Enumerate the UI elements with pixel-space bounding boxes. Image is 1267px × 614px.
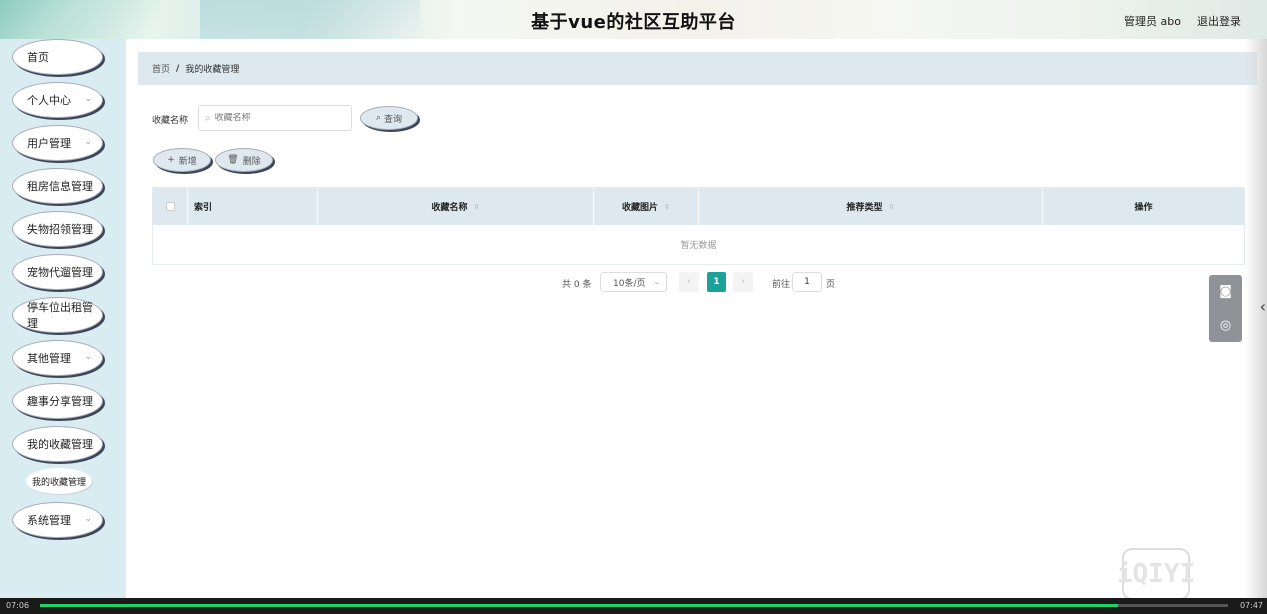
search-field[interactable]: ⌕ xyxy=(198,105,352,131)
chevron-down-icon: ⌄ xyxy=(84,352,92,362)
column-image[interactable]: 收藏图片 ⇳ xyxy=(594,188,699,225)
breadcrumb-home[interactable]: 首页 xyxy=(152,62,170,75)
progress-fill xyxy=(40,604,1118,607)
add-button[interactable]: + 新增 xyxy=(153,148,211,172)
search-icon: ⌕ xyxy=(375,113,382,123)
page-suffix: 页 xyxy=(826,280,836,290)
main-content: 首页 / 我的收藏管理 收藏名称 ⌕ ⌕查询 +新增 🗑删除 索引 收藏名称⇳ … xyxy=(126,39,1257,614)
iqiyi-watermark-logo: iQIYI xyxy=(1117,548,1195,600)
sidebar-item-home[interactable]: 首页 xyxy=(12,39,103,75)
sort-icon[interactable]: ⇳ xyxy=(889,203,895,211)
sidebar-item-favorites[interactable]: 我的收藏管理 xyxy=(12,426,103,462)
sidebar-item-pet-walking[interactable]: 宠物代遛管理 xyxy=(12,254,103,290)
target-icon[interactable]: ◎ xyxy=(1209,309,1242,342)
sort-icon[interactable]: ⇳ xyxy=(664,203,670,211)
sidebar-item-label: 首页 xyxy=(27,51,49,64)
next-page-button[interactable]: › xyxy=(733,272,753,292)
delete-button[interactable]: 🗑 删除 xyxy=(215,148,273,172)
chevron-down-icon: ⌄ xyxy=(84,94,92,104)
side-panel-edge xyxy=(1245,39,1267,614)
sidebar-item-label: 用户管理 xyxy=(27,137,71,150)
delete-button-label: 删除 xyxy=(242,156,261,167)
chevron-down-icon: ⌄ xyxy=(653,277,660,286)
sidebar-item-other[interactable]: 其他管理 ⌄ xyxy=(12,340,103,376)
sidebar-item-label: 宠物代遛管理 xyxy=(27,266,93,279)
sidebar-item-profile[interactable]: 个人中心 ⌄ xyxy=(12,82,103,118)
sidebar-item-parking[interactable]: 停车位出租管理 xyxy=(12,297,103,333)
query-button-label: 查询 xyxy=(384,114,403,125)
add-button-label: 新增 xyxy=(178,156,197,167)
total-time: 07:47 xyxy=(1239,601,1263,610)
favorites-table: 索引 收藏名称 ⇳ 收藏图片 ⇳ 推荐类型 ⇳ 操作 暂无数据 xyxy=(152,187,1245,265)
chevron-down-icon: ⌄ xyxy=(84,137,92,147)
search-input[interactable] xyxy=(214,113,335,123)
breadcrumb-current: 我的收藏管理 xyxy=(185,65,240,75)
total-count: 共 0 条 xyxy=(562,280,592,290)
sidebar-item-lost-found[interactable]: 失物招领管理 xyxy=(12,211,103,247)
sidebar-item-label: 租房信息管理 xyxy=(27,180,93,193)
goto-label: 前往 xyxy=(772,280,791,290)
sidebar-item-rental[interactable]: 租房信息管理 xyxy=(12,168,103,204)
sidebar-item-label: 停车位出租管理 xyxy=(27,301,93,330)
sidebar-item-label: 个人中心 xyxy=(27,94,71,107)
app-title: 基于vue的社区互助平台 xyxy=(531,12,736,33)
camera-icon[interactable]: ◙ xyxy=(1209,275,1242,308)
query-button[interactable]: ⌕ 查询 xyxy=(360,106,418,130)
sort-icon[interactable]: ⇳ xyxy=(474,203,480,211)
page-size-select[interactable]: 10条/页 ⌄ xyxy=(600,272,667,292)
sidebar-item-label: 趣事分享管理 xyxy=(27,395,93,408)
chevron-left-icon[interactable]: ‹ xyxy=(1260,297,1266,316)
column-index: 索引 xyxy=(188,188,318,225)
goto-page-input[interactable]: 1 xyxy=(792,272,822,292)
sidebar: 首页 个人中心 ⌄ 用户管理 ⌄ 租房信息管理 失物招领管理 宠物代遛管理 停车位出… xyxy=(0,39,126,614)
column-name[interactable]: 收藏名称 ⇳ xyxy=(318,188,594,225)
sidebar-item-fun-share[interactable]: 趣事分享管理 xyxy=(12,383,103,419)
select-all-checkbox[interactable] xyxy=(165,202,175,211)
search-icon: ⌕ xyxy=(205,112,211,124)
current-user: 管理员 abo xyxy=(1124,15,1181,28)
select-all-cell xyxy=(153,188,188,225)
column-type[interactable]: 推荐类型 ⇳ xyxy=(699,188,1043,225)
column-actions: 操作 xyxy=(1134,203,1153,213)
prev-page-button[interactable]: ‹ xyxy=(679,272,699,292)
sidebar-item-label: 其他管理 xyxy=(27,352,71,365)
page-number[interactable]: 1 xyxy=(707,272,726,292)
sidebar-item-label: 我的收藏管理 xyxy=(27,438,93,451)
pagination: 共 0 条 10条/页 ⌄ ‹ 1 › 前往 1 页 xyxy=(126,272,1257,292)
chevron-down-icon: ⌄ xyxy=(84,514,92,524)
search-label: 收藏名称 xyxy=(152,116,189,126)
sidebar-subitem-favorites[interactable]: 我的收藏管理 xyxy=(26,468,92,494)
progress-track xyxy=(1118,604,1228,607)
table-header: 索引 收藏名称 ⇳ 收藏图片 ⇳ 推荐类型 ⇳ 操作 xyxy=(153,188,1244,225)
sidebar-item-system[interactable]: 系统管理 ⌄ xyxy=(12,502,103,538)
sidebar-item-label: 失物招领管理 xyxy=(27,223,93,236)
top-header: 基于vue的社区互助平台 管理员 abo 退出登录 xyxy=(0,0,1267,39)
trash-icon: 🗑 xyxy=(227,155,239,165)
sidebar-item-label: 系统管理 xyxy=(27,514,71,527)
elapsed-time: 07:06 xyxy=(6,601,30,610)
breadcrumb: 首页 / 我的收藏管理 xyxy=(138,52,1257,85)
video-progress-bar[interactable]: 07:06 07:47 xyxy=(0,598,1267,614)
logout-link[interactable]: 退出登录 xyxy=(1197,13,1241,29)
breadcrumb-separator: / xyxy=(176,63,180,74)
floating-toolbar: ◙ ◎ xyxy=(1209,275,1242,342)
empty-text: 暂无数据 xyxy=(680,241,717,251)
sidebar-item-users[interactable]: 用户管理 ⌄ xyxy=(12,125,103,161)
plus-icon: + xyxy=(167,155,175,165)
